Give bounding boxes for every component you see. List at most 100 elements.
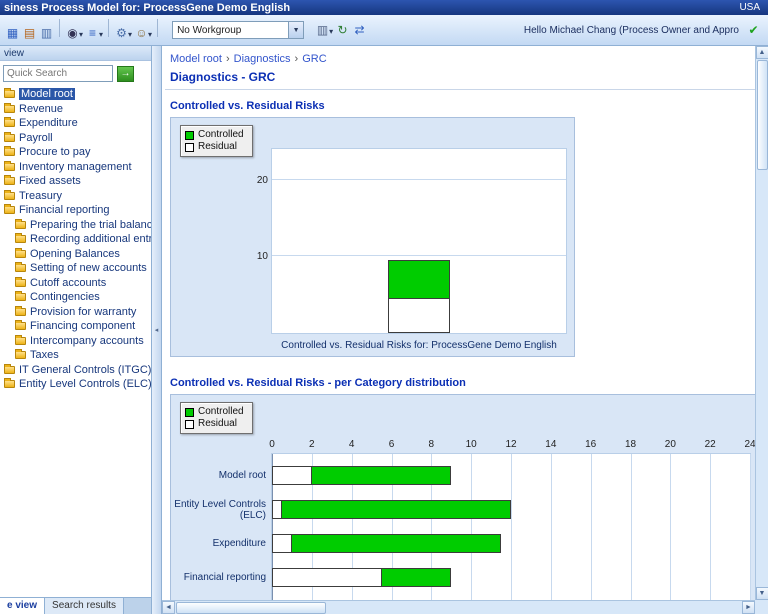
vertical-scroll-thumb[interactable] [757,60,768,170]
scrollbar-corner [755,600,768,614]
tree-item-label: Setting of new accounts [30,262,147,274]
tab-search-results[interactable]: Search results [45,598,124,614]
folder-icon[interactable] [15,235,26,243]
folder-icon[interactable] [15,250,26,258]
folder-icon[interactable] [15,308,26,316]
folder-icon[interactable] [4,366,15,374]
gridline [591,454,592,614]
folder-icon[interactable] [4,148,15,156]
tree-item[interactable]: Taxes [0,348,151,363]
folder-icon[interactable] [4,163,15,171]
tree-item[interactable]: Fixed assets [0,174,151,189]
folder-icon[interactable] [4,90,15,98]
folder-icon[interactable] [15,279,26,287]
folder-icon[interactable] [15,322,26,330]
folder-icon[interactable] [4,119,15,127]
tree-item[interactable]: Intercompany accounts [0,334,151,349]
scroll-right-icon[interactable]: ► [742,601,755,614]
scroll-up-icon[interactable]: ▲ [756,46,768,59]
folder-icon[interactable] [4,105,15,113]
folder-icon[interactable] [15,221,26,229]
export-icon[interactable]: ⇄ [351,22,368,39]
stacked-bar [272,568,451,587]
tree-item-label: Intercompany accounts [30,335,144,347]
gridline [511,454,512,614]
refresh-icon[interactable]: ↻ [334,22,351,39]
tree-item[interactable]: Preparing the trial balance [0,218,151,233]
tree-item-label: Taxes [30,349,59,361]
tree-item[interactable]: Setting of new accounts [0,261,151,276]
category-distribution-chart: ControlledResidual 024681012141618202224… [170,394,756,614]
horizontal-scrollbar[interactable]: ◄ ► [162,600,755,614]
folder-icon[interactable] [4,206,15,214]
controlled-segment [382,568,452,587]
tree-item[interactable]: Contingencies [0,290,151,305]
title-bar: siness Process Model for: ProcessGene De… [0,0,768,15]
tree-item-label: Model root [19,88,75,100]
scroll-down-icon[interactable]: ▼ [756,587,768,600]
tree-item[interactable]: Revenue [0,102,151,117]
controlled-segment [292,534,501,553]
folder-icon[interactable] [15,264,26,272]
folder-icon[interactable] [4,177,15,185]
tree-item[interactable]: Cutoff accounts [0,276,151,291]
search-go-button[interactable]: → [117,66,134,82]
folder-icon[interactable] [4,192,15,200]
tree-item[interactable]: Entity Level Controls (ELC) [0,377,151,392]
y-axis-tick-label: 20 [246,175,268,186]
folder-icon[interactable] [15,293,26,301]
folder-icon[interactable] [15,351,26,359]
tree-item[interactable]: Model root [0,87,151,102]
tree-item-label: Recording additional entries [30,233,151,245]
process-models-icon[interactable]: ▦ [4,24,21,41]
user-icon-caret-icon[interactable]: ▾ [148,30,152,39]
tree-item-label: Procure to pay [19,146,91,158]
tree-item[interactable]: Inventory management [0,160,151,175]
tree-item-label: Expenditure [19,117,78,129]
folder-icon[interactable] [15,337,26,345]
folder-icon[interactable] [4,134,15,142]
tree-item[interactable]: Recording additional entries [0,232,151,247]
user-greeting: Hello Michael Chang (Process Owner and A… [524,25,743,36]
toolbar-separator [108,19,109,37]
search-icon-caret-icon[interactable]: ▾ [79,30,83,39]
stacked-bar [272,534,501,553]
chart-legend: ControlledResidual [180,125,253,157]
legend-swatch-residual [185,420,194,429]
tree-item[interactable]: Financial reporting [0,203,151,218]
residual-segment [272,534,292,553]
dropdown-arrow-icon[interactable]: ▼ [288,22,303,38]
x-axis-tick-label: 14 [545,439,556,450]
breadcrumb-link[interactable]: Diagnostics [234,53,291,65]
search-input[interactable] [3,65,113,82]
tree-item-label: Provision for warranty [30,306,136,318]
tree-item-label: Opening Balances [30,248,120,260]
reports-icon[interactable]: ▤ [21,24,38,41]
tree-item[interactable]: Treasury [0,189,151,204]
chart-legend: ControlledResidual [180,402,253,434]
print-icon[interactable]: ▥ [38,24,55,41]
tree-item[interactable]: IT General Controls (ITGC) [0,363,151,378]
controlled-segment [388,260,450,298]
workgroup-select[interactable]: No Workgroup ▼ [172,21,304,39]
tree-view-icon-caret-icon[interactable]: ▾ [99,30,103,39]
folder-icon[interactable] [4,380,15,388]
breadcrumb-link[interactable]: Model root [170,53,222,65]
tree-item[interactable]: Financing component [0,319,151,334]
category-label: Financial reporting [174,568,266,587]
vertical-scrollbar[interactable]: ▲ ▼ [755,46,768,600]
printer-icon-caret-icon[interactable]: ▾ [329,27,333,36]
tree-item-label: Payroll [19,132,53,144]
logout-icon[interactable]: ✔ [745,22,762,39]
tree-item[interactable]: Provision for warranty [0,305,151,320]
tree-item[interactable]: Expenditure [0,116,151,131]
tree-item[interactable]: Procure to pay [0,145,151,160]
settings-gears-icon-caret-icon[interactable]: ▾ [128,30,132,39]
horizontal-scroll-thumb[interactable] [176,602,326,614]
tree-item[interactable]: Payroll [0,131,151,146]
tree-item[interactable]: Opening Balances [0,247,151,262]
sidebar-splitter[interactable]: ◂ [152,46,162,614]
tab-tree-view[interactable]: e view [0,598,45,614]
breadcrumb-separator: › [226,53,230,65]
scroll-left-icon[interactable]: ◄ [162,601,175,614]
